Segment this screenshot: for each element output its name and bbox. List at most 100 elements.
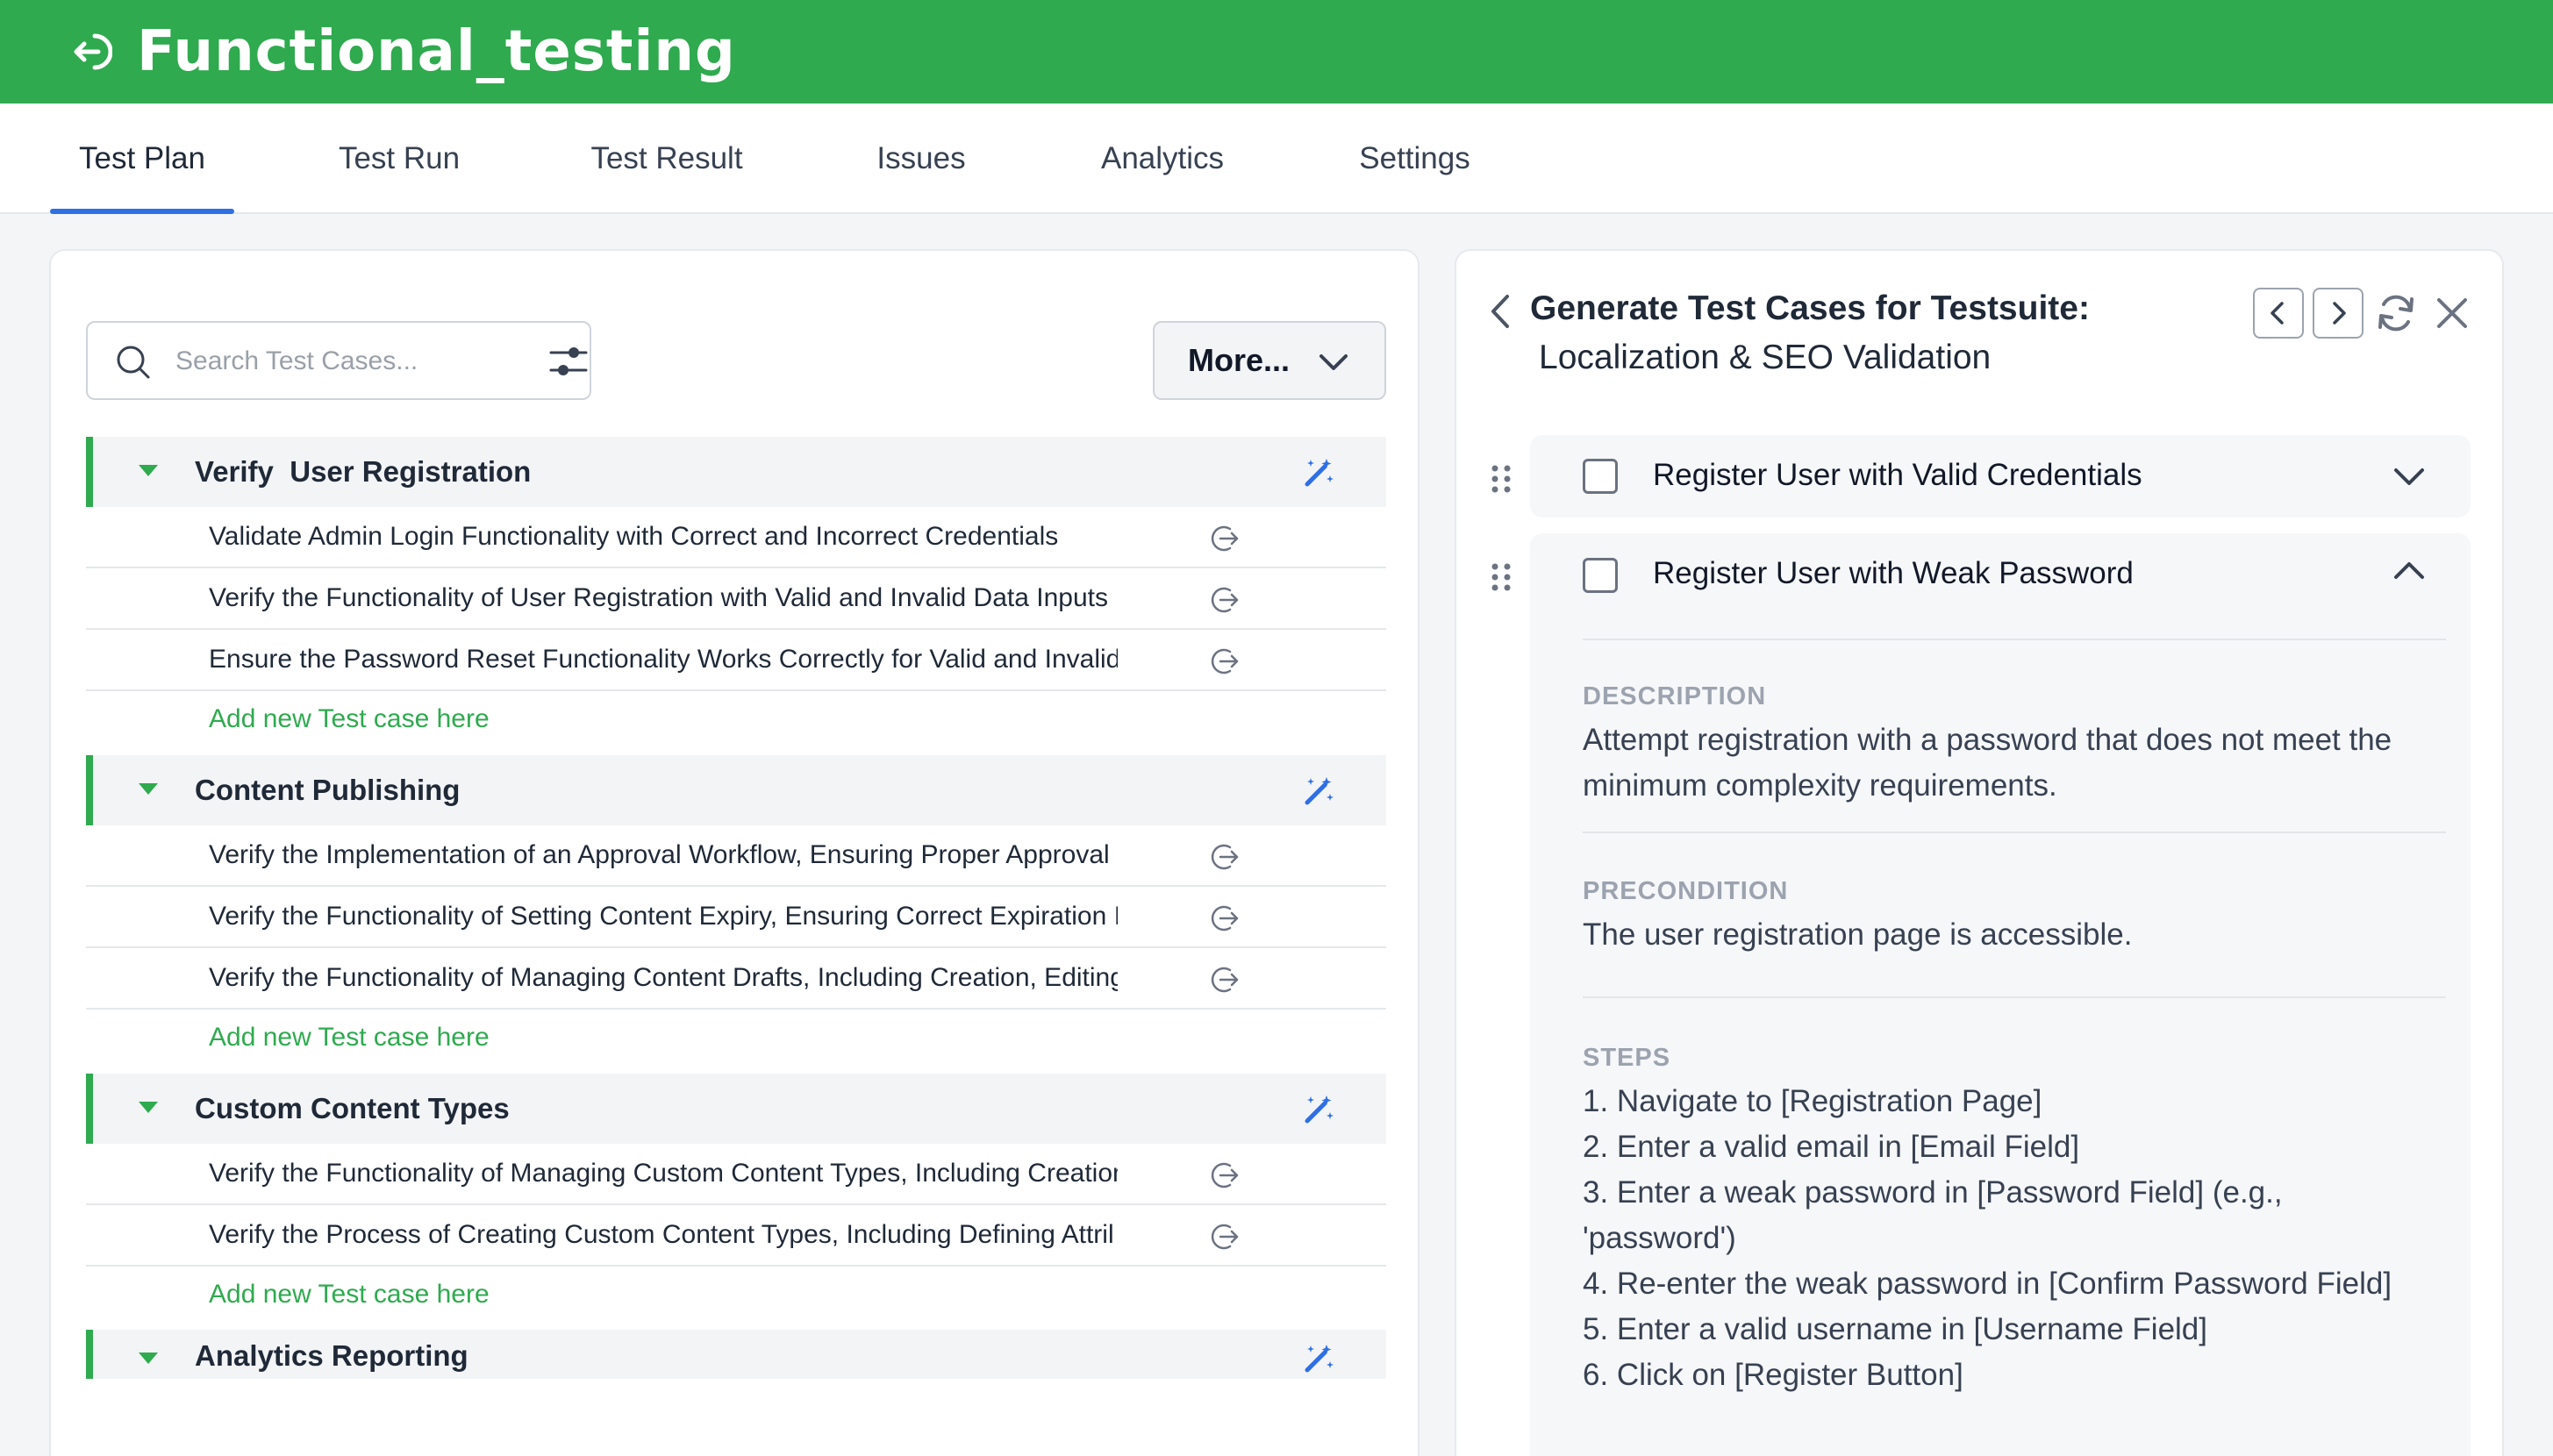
add-test-case-link[interactable]: Add new Test case here <box>209 691 490 747</box>
step-item: 6. Click on [Register Button] <box>1583 1358 1963 1392</box>
magic-wand-icon[interactable] <box>1302 456 1335 489</box>
suite-title: Content Publishing <box>195 774 461 806</box>
test-case-row[interactable]: Validate Admin Login Functionality with … <box>86 507 1386 568</box>
tab-test-run[interactable]: Test Run <box>307 103 491 214</box>
chevron-left-icon <box>2271 302 2284 325</box>
generated-test-case-card[interactable]: Register User with Valid Credentials <box>1530 435 2471 517</box>
test-case-row[interactable]: Verify the Functionality of Managing Con… <box>86 948 1386 1010</box>
steps-label: STEPS <box>1583 1044 1671 1072</box>
chevron-down-icon <box>1319 354 1348 370</box>
description-label: DESCRIPTION <box>1583 682 1767 710</box>
divider <box>1583 996 2446 998</box>
panel-subtitle: Localization & SEO Validation <box>1539 339 1992 376</box>
divider <box>1583 639 2446 640</box>
caret-down-icon[interactable] <box>139 465 158 476</box>
tab-settings[interactable]: Settings <box>1342 103 1487 214</box>
search-icon <box>117 346 150 379</box>
drag-handle-icon[interactable] <box>1490 560 1512 595</box>
test-case-row[interactable]: Verify the Functionality of Managing Cus… <box>86 1144 1386 1205</box>
step-item: 5. Enter a valid username in [Username F… <box>1583 1312 2207 1346</box>
add-test-case-row: Add new Test case here <box>86 691 1386 747</box>
back-arrow-icon[interactable] <box>65 27 114 76</box>
panel-title: Generate Test Cases for Testsuite: <box>1530 289 2090 327</box>
magic-wand-icon[interactable] <box>1302 774 1335 808</box>
generated-test-case-card-expanded[interactable]: Register User with Weak Password DESCRIP… <box>1530 533 2471 1456</box>
open-arrow-icon[interactable] <box>1211 1160 1241 1190</box>
more-dropdown-button[interactable]: More... <box>1153 321 1386 400</box>
tab-test-result[interactable]: Test Result <box>579 103 754 214</box>
chevron-down-icon[interactable] <box>2392 463 2427 489</box>
step-item: 3. Enter a weak password in [Password Fi… <box>1583 1175 2283 1210</box>
test-case-row[interactable]: Ensure the Password Reset Functionality … <box>86 630 1386 691</box>
caret-down-icon[interactable] <box>139 1102 158 1113</box>
search-box <box>86 321 591 400</box>
divider <box>1583 831 2446 833</box>
test-case-row[interactable]: Verify the Functionality of User Registr… <box>86 568 1386 630</box>
next-button[interactable] <box>2313 288 2363 339</box>
chevron-right-icon <box>2333 302 2346 325</box>
test-case-title: Verify the Functionality of Managing Con… <box>209 963 1118 992</box>
step-item: 1. Navigate to [Registration Page] <box>1583 1084 2042 1118</box>
app-header: Functional_testing <box>0 0 2553 103</box>
tab-analytics[interactable]: Analytics <box>1088 103 1237 214</box>
step-item: 2. Enter a valid email in [Email Field] <box>1583 1130 2080 1164</box>
test-case-title: Verify the Implementation of an Approval… <box>209 840 1110 869</box>
suite-header[interactable]: Verify User Registration <box>86 437 1386 507</box>
test-case-row[interactable]: Verify the Functionality of Setting Cont… <box>86 887 1386 948</box>
test-plan-panel: More... Verify User Registration Validat… <box>49 249 1420 1456</box>
add-test-case-link[interactable]: Add new Test case here <box>209 1267 490 1323</box>
precondition-text: The user registration page is accessible… <box>1583 917 2133 952</box>
generated-case-title: Register User with Weak Password <box>1653 556 2134 590</box>
select-checkbox[interactable] <box>1583 558 1618 593</box>
more-button-label: More... <box>1188 342 1291 378</box>
test-case-row[interactable]: Verify the Implementation of an Approval… <box>86 825 1386 887</box>
generated-case-title: Register User with Valid Credentials <box>1653 458 2142 492</box>
test-case-title: Verify the Functionality of User Registr… <box>209 583 1108 612</box>
open-arrow-icon[interactable] <box>1211 903 1241 933</box>
caret-down-icon[interactable] <box>139 1353 158 1364</box>
open-arrow-icon[interactable] <box>1211 965 1241 995</box>
suite-title: Custom Content Types <box>195 1092 510 1124</box>
suite-header[interactable]: Analytics Reporting <box>86 1330 1386 1379</box>
open-arrow-icon[interactable] <box>1211 1222 1241 1252</box>
previous-button[interactable] <box>2253 288 2304 339</box>
test-case-title: Validate Admin Login Functionality with … <box>209 522 1059 551</box>
tab-bar: Test Plan Test Run Test Result Issues An… <box>0 103 2553 214</box>
chevron-left-icon[interactable] <box>1488 293 1514 330</box>
chevron-up-icon[interactable] <box>2392 558 2427 584</box>
open-arrow-icon[interactable] <box>1211 524 1241 553</box>
open-arrow-icon[interactable] <box>1211 646 1241 676</box>
add-test-case-row: Add new Test case here <box>86 1267 1386 1323</box>
filter-sliders-icon[interactable] <box>547 340 590 382</box>
select-checkbox[interactable] <box>1583 459 1618 494</box>
caret-down-icon[interactable] <box>139 783 158 795</box>
add-test-case-link[interactable]: Add new Test case here <box>209 1010 490 1066</box>
tab-test-plan[interactable]: Test Plan <box>50 103 234 214</box>
precondition-label: PRECONDITION <box>1583 877 1789 905</box>
tab-issues[interactable]: Issues <box>860 103 983 214</box>
open-arrow-icon[interactable] <box>1211 585 1241 615</box>
magic-wand-icon[interactable] <box>1302 1342 1335 1375</box>
active-tab-indicator <box>50 209 234 214</box>
generate-test-cases-panel: Generate Test Cases for Testsuite: Local… <box>1455 249 2504 1456</box>
test-case-row[interactable]: Verify the Process of Creating Custom Co… <box>86 1205 1386 1267</box>
suite-header[interactable]: Content Publishing <box>86 755 1386 825</box>
description-text: Attempt registration with a password tha… <box>1583 723 2392 803</box>
suite-title: Analytics Reporting <box>195 1339 468 1372</box>
close-button[interactable] <box>2427 288 2478 339</box>
test-case-title: Verify the Functionality of Setting Cont… <box>209 902 1118 931</box>
refresh-button[interactable] <box>2371 288 2421 339</box>
search-input[interactable] <box>175 340 509 382</box>
test-case-title: Verify the Process of Creating Custom Co… <box>209 1220 1114 1249</box>
test-case-title: Ensure the Password Reset Functionality … <box>209 645 1118 674</box>
suite-header[interactable]: Custom Content Types <box>86 1074 1386 1144</box>
magic-wand-icon[interactable] <box>1302 1093 1335 1126</box>
open-arrow-icon[interactable] <box>1211 842 1241 872</box>
close-icon <box>2437 298 2467 328</box>
test-case-title: Verify the Functionality of Managing Cus… <box>209 1159 1118 1188</box>
refresh-icon <box>2378 295 2414 332</box>
drag-handle-icon[interactable] <box>1490 461 1512 496</box>
step-item: 4. Re-enter the weak password in [Confir… <box>1583 1267 2392 1301</box>
add-test-case-row: Add new Test case here <box>86 1010 1386 1066</box>
suite-title: Verify User Registration <box>195 455 532 488</box>
